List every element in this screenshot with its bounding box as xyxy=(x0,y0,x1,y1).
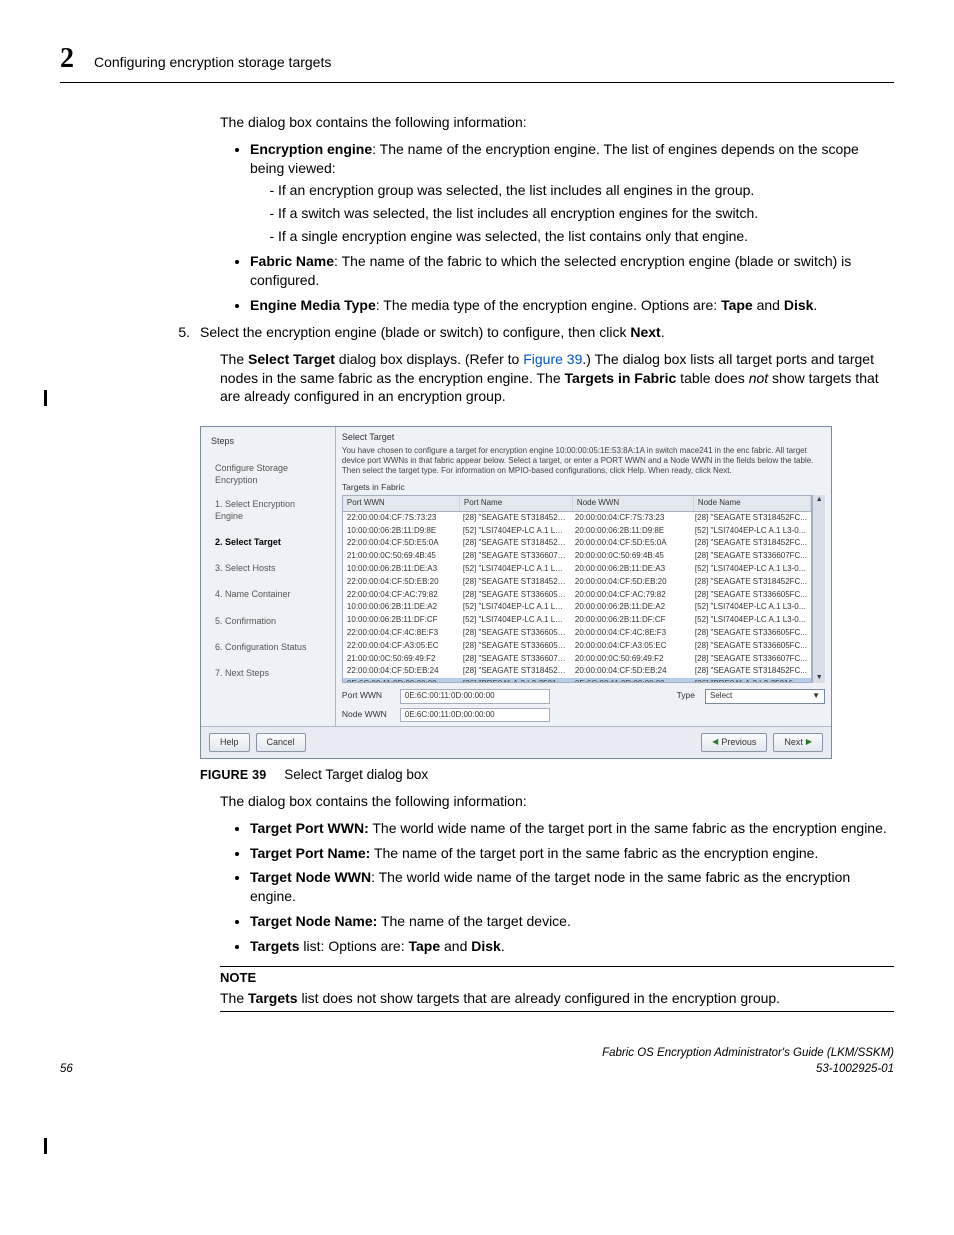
scroll-up-icon[interactable]: ▲ xyxy=(816,495,823,504)
figure-dialog: Steps Configure Storage Encryption 1. Se… xyxy=(200,426,832,758)
change-bar xyxy=(44,1138,47,1154)
doc-number: 53-1002925-01 xyxy=(602,1062,894,1078)
dialog-button-bar: Help Cancel ◀Previous Next▶ xyxy=(201,726,831,757)
col-port-wwn[interactable]: Port WWN xyxy=(343,496,460,511)
figure-link[interactable]: Figure 39 xyxy=(523,351,582,367)
triangle-left-icon: ◀ xyxy=(712,737,718,748)
table-row[interactable]: 10:00:00:06:2B:11:D9:8E[52] "LSI7404EP-L… xyxy=(343,525,811,538)
text: : The name of the fabric to which the se… xyxy=(250,253,851,288)
paragraph: The dialog box contains the following in… xyxy=(220,113,894,132)
paragraph: The dialog box contains the following in… xyxy=(220,792,894,811)
wizard-step[interactable]: 4. Name Container xyxy=(201,584,335,604)
table-row[interactable]: 10:00:00:06:2B:11:DE:A3[52] "LSI7404EP-L… xyxy=(343,563,811,576)
option: Disk xyxy=(784,297,814,313)
chapter-number: 2 xyxy=(60,40,74,78)
type-select[interactable]: Select ▼ xyxy=(705,689,825,704)
wizard-step-selected[interactable]: 2. Select Target xyxy=(201,532,335,552)
node-wwn-label: Node WWN xyxy=(342,709,394,720)
targets-table[interactable]: Port WWN Port Name Node WWN Node Name 22… xyxy=(342,495,812,683)
chapter-title: Configuring encryption storage targets xyxy=(94,53,331,72)
chevron-down-icon: ▼ xyxy=(812,691,820,702)
col-node-wwn[interactable]: Node WWN xyxy=(573,496,694,511)
table-row[interactable]: 10:00:00:06:2B:11:DE:A2[52] "LSI7404EP-L… xyxy=(343,601,811,614)
wizard-content-pane: Select Target You have chosen to configu… xyxy=(336,427,831,726)
term: Fabric Name xyxy=(250,253,334,269)
table-row[interactable]: 22:00:00:04:CF:4C:8E:F3[28] "SEAGATE ST3… xyxy=(343,627,811,640)
wizard-step[interactable]: 5. Confirmation xyxy=(201,611,335,631)
wizard-step[interactable]: 1. Select Encryption Engine xyxy=(201,494,335,526)
table-row[interactable]: 22:00:00:04:CF:AC:79:82[28] "SEAGATE ST3… xyxy=(343,589,811,602)
port-wwn-label: Port WWN xyxy=(342,690,394,701)
type-label: Type xyxy=(677,690,699,701)
next-button[interactable]: Next▶ xyxy=(773,733,823,751)
doc-title: Fabric OS Encryption Administrator's Gui… xyxy=(602,1046,894,1062)
page-number: 56 xyxy=(60,1062,73,1078)
step-number: 5. xyxy=(172,323,190,342)
figure-caption: FIGURE 39 Select Target dialog box xyxy=(200,765,894,784)
scrollbar[interactable]: ▲ ▼ xyxy=(812,495,825,683)
scroll-down-icon[interactable]: ▼ xyxy=(816,673,823,682)
node-wwn-input[interactable]: 0E:6C:00:11:0D:00:00:00 xyxy=(400,708,550,723)
table-row[interactable]: 0E:6C:00:11:0D:00:00:00[26] "BRE041 A.2 … xyxy=(343,678,811,682)
cancel-button[interactable]: Cancel xyxy=(256,733,306,751)
table-row[interactable]: 21:00:00:0C:50:69:4B:45[28] "SEAGATE ST3… xyxy=(343,550,811,563)
table-row[interactable]: 22:00:00:04:CF:5D:EB:20[28] "SEAGATE ST3… xyxy=(343,576,811,589)
term: Encryption engine xyxy=(250,141,372,157)
text: Select the encryption engine (blade or s… xyxy=(200,324,630,340)
wizard-group-title: Configure Storage Encryption xyxy=(201,458,335,490)
col-port-name[interactable]: Port Name xyxy=(460,496,573,511)
port-wwn-input[interactable]: 0E:6C:00:11:0D:00:00:00 xyxy=(400,689,550,704)
col-node-name[interactable]: Node Name xyxy=(694,496,811,511)
sub-bullet: If a single encryption engine was select… xyxy=(278,227,894,246)
table-row[interactable]: 22:00:00:04:CF:A3:05:EC[28] "SEAGATE ST3… xyxy=(343,640,811,653)
page-footer: 56 Fabric OS Encryption Administrator's … xyxy=(60,1046,894,1077)
help-button[interactable]: Help xyxy=(209,733,250,751)
bullet-list: Encryption engine: The name of the encry… xyxy=(220,140,894,315)
sub-bullet: If a switch was selected, the list inclu… xyxy=(278,204,894,223)
table-row[interactable]: 10:00:00:06:2B:11:DF:CF[52] "LSI7404EP-L… xyxy=(343,614,811,627)
note-text: The Targets list does not show targets t… xyxy=(220,989,894,1008)
option: Tape xyxy=(721,297,753,313)
panel-title: Select Target xyxy=(342,431,825,443)
note-label: NOTE xyxy=(220,969,894,987)
change-bar xyxy=(44,390,47,406)
paragraph: The Select Target dialog box displays. (… xyxy=(220,350,894,407)
previous-button[interactable]: ◀Previous xyxy=(701,733,767,751)
text: : The media type of the encryption engin… xyxy=(376,297,721,313)
term: Engine Media Type xyxy=(250,297,376,313)
steps-heading: Steps xyxy=(201,431,335,451)
sub-bullet: If an encryption group was selected, the… xyxy=(278,181,894,200)
bullet-list: Target Port WWN: The world wide name of … xyxy=(220,819,894,956)
wizard-steps-pane: Steps Configure Storage Encryption 1. Se… xyxy=(201,427,336,726)
table-row[interactable]: 21:00:00:0C:50:69:49:F2[28] "SEAGATE ST3… xyxy=(343,653,811,666)
table-row[interactable]: 22:00:00:04:CF:7S:73:23[28] "SEAGATE ST3… xyxy=(343,512,811,525)
table-header-row: Port WWN Port Name Node WWN Node Name xyxy=(343,496,811,512)
wizard-step[interactable]: 7. Next Steps xyxy=(201,663,335,683)
page-header: 2 Configuring encryption storage targets xyxy=(60,40,894,83)
panel-description: You have chosen to configure a target fo… xyxy=(342,446,825,476)
wizard-step[interactable]: 3. Select Hosts xyxy=(201,558,335,578)
wizard-step[interactable]: 6. Configuration Status xyxy=(201,637,335,657)
triangle-right-icon: ▶ xyxy=(806,737,812,748)
table-label: Targets in Fabric xyxy=(342,482,825,493)
table-row[interactable]: 22:00:00:04:CF:5D:EB:24[28] "SEAGATE ST3… xyxy=(343,665,811,678)
table-row[interactable]: 22:00:00:04:CF:5D:E5:0A[28] "SEAGATE ST3… xyxy=(343,537,811,550)
ui-ref: Next xyxy=(630,324,660,340)
